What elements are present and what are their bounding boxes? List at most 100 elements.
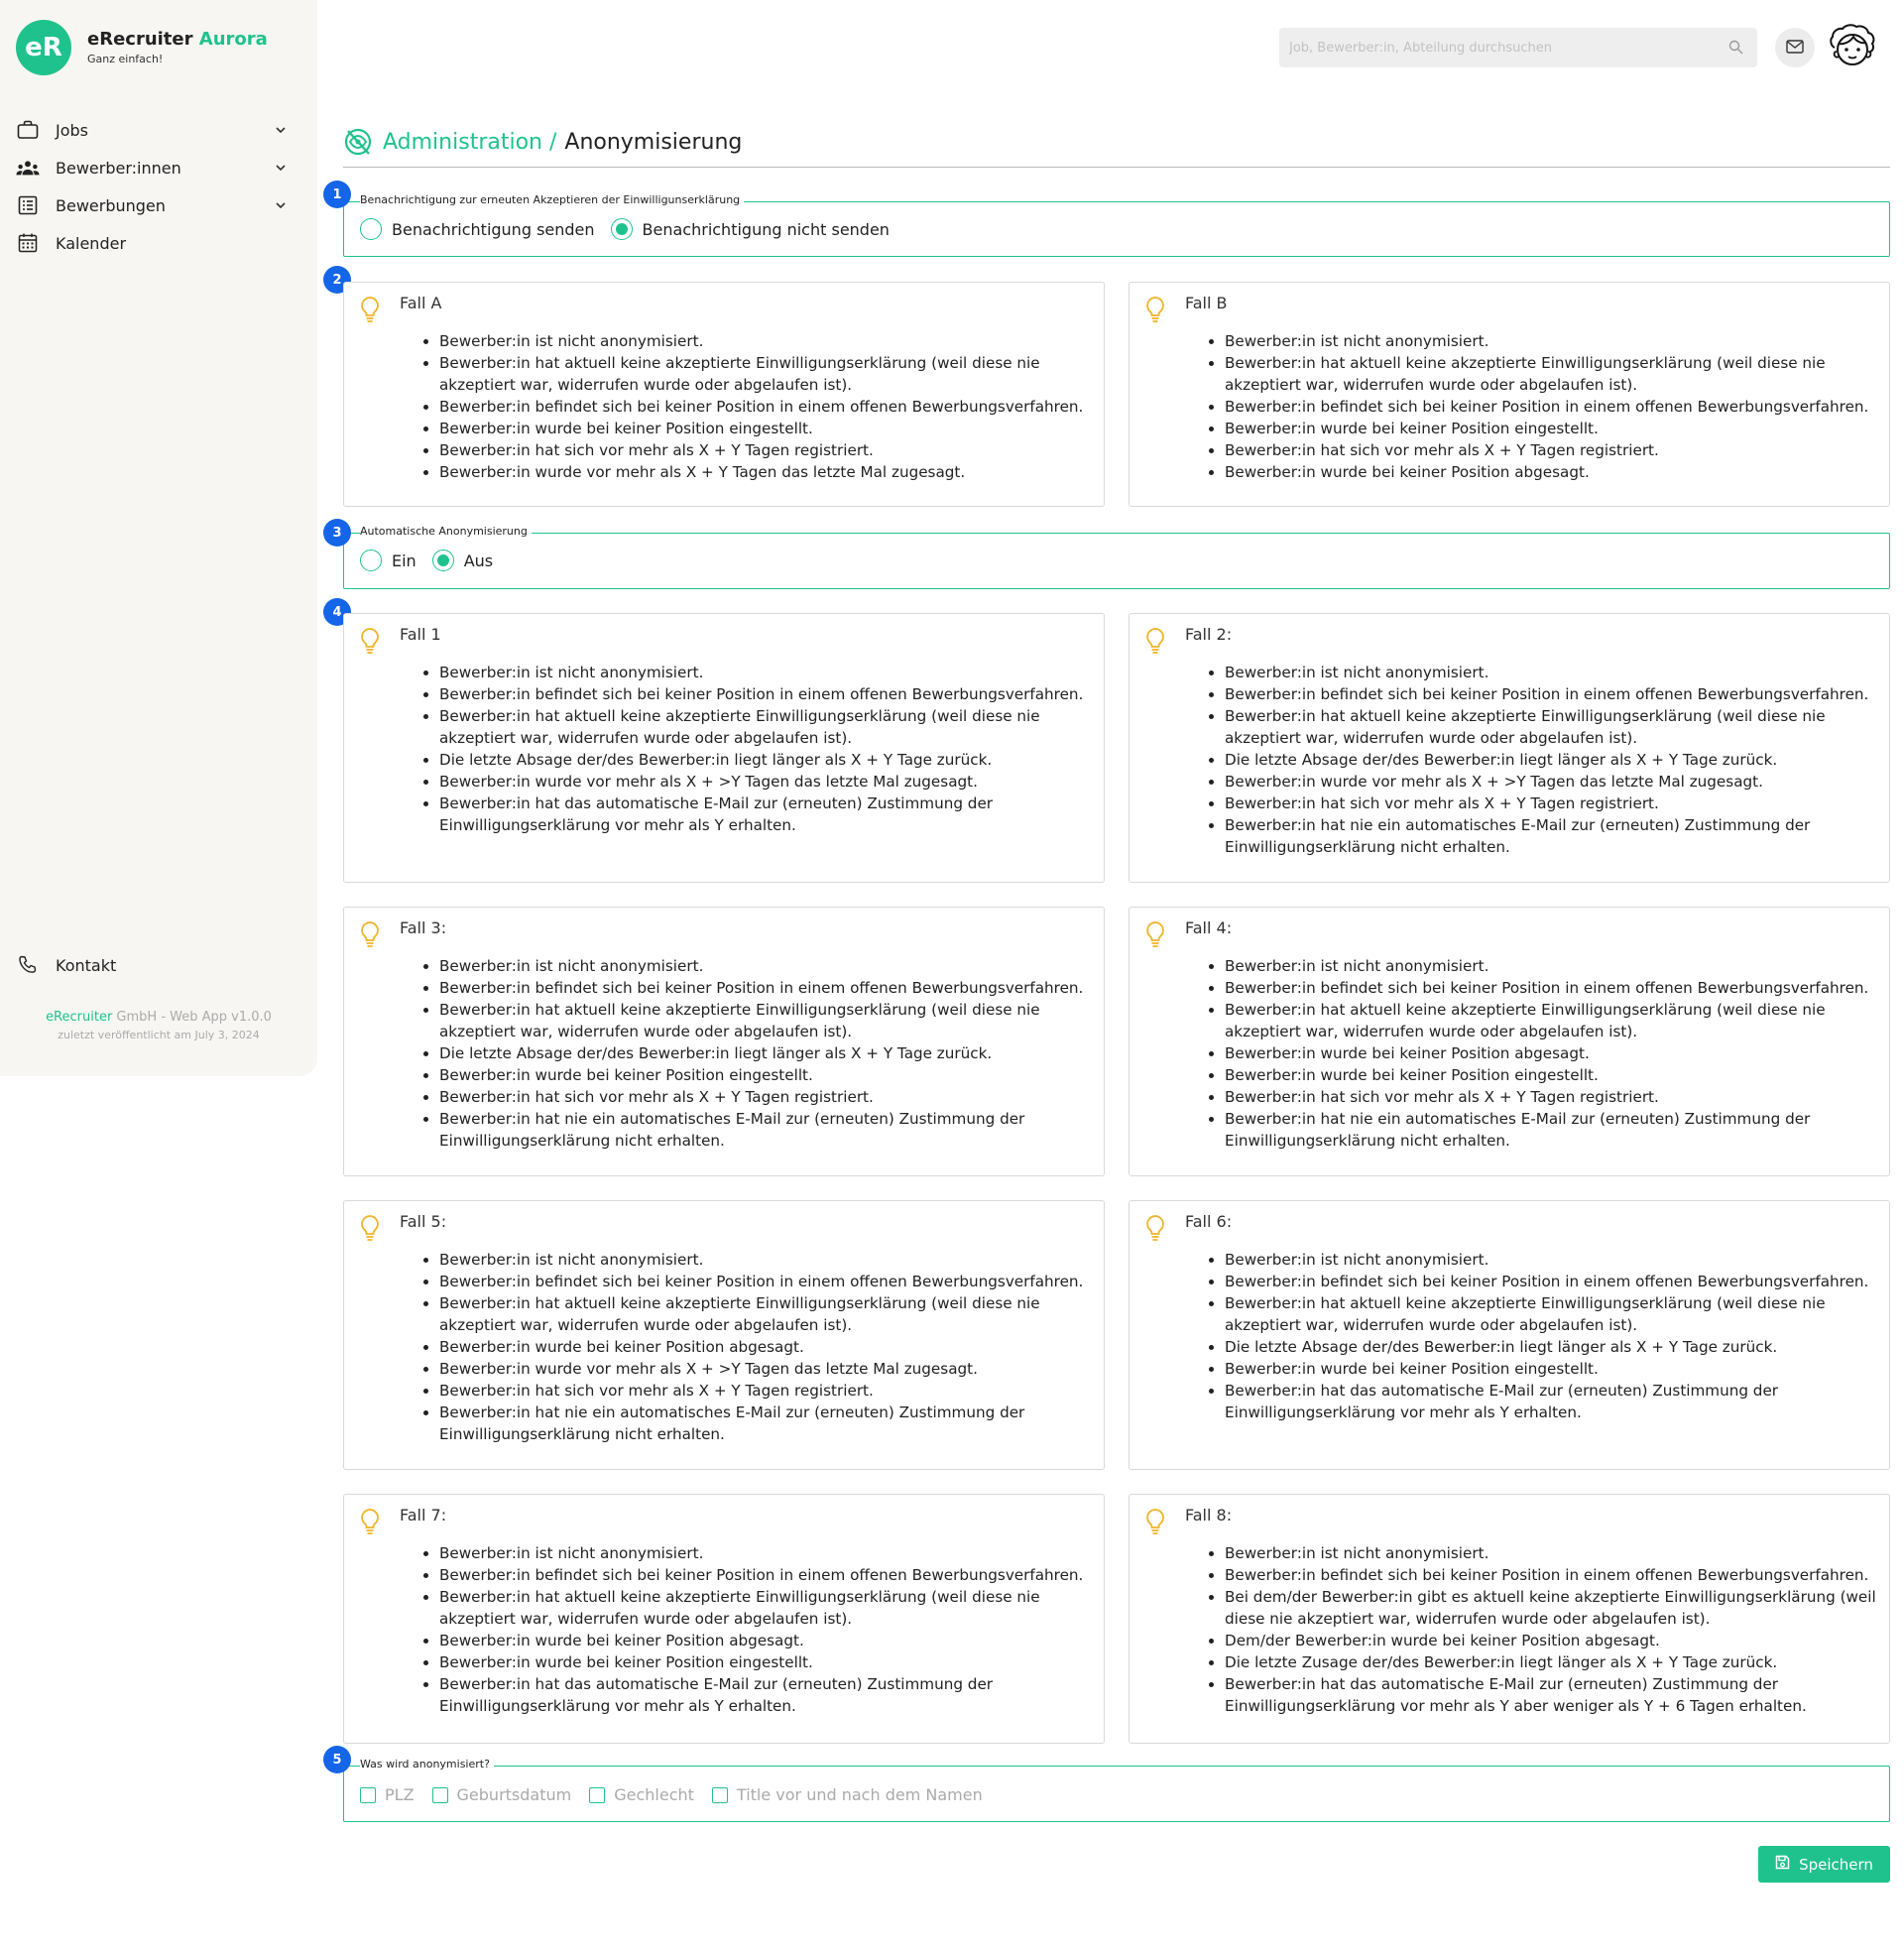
notification-send-label[interactable]: Benachrichtigung senden [392,220,595,239]
case-criterion: Bewerber:in wurde bei keiner Position ei… [1225,1358,1879,1380]
notification-radio-group: Benachrichtigung senden Benachrichtigung… [360,218,905,240]
case-title: Fall A [400,294,442,312]
eye-off-icon [343,127,373,157]
lightbulb-icon [358,1213,382,1243]
lightbulb-icon [358,295,382,324]
radio-selected-dot [436,554,449,566]
case-criterion: Bewerber:in ist nicht anonymisiert. [1225,1542,1879,1564]
case-criterion: Die letzte Absage der/des Bewerber:in li… [1225,749,1879,771]
case-criterion: Bewerber:in wurde vor mehr als X + Y Tag… [439,461,1094,483]
case-criterion: Bewerber:in wurde bei keiner Position ei… [1225,1064,1879,1086]
title-checkbox[interactable] [711,1786,728,1803]
sidebar-item-jobs[interactable]: Jobs [16,115,294,145]
case-title: Fall 8: [1185,1506,1233,1525]
case-criterion: Bewerber:in hat sich vor mehr als X + Y … [1225,439,1879,461]
sidebar-item-contact[interactable]: Kontakt [16,950,294,980]
gender-label[interactable]: Gechlecht [614,1785,694,1804]
case-criterion: Bewerber:in befindet sich bei keiner Pos… [439,1564,1094,1586]
notification-send-radio[interactable] [360,218,382,240]
step-badge: 5 [323,1746,351,1773]
case-criterion: Bewerber:in hat nie ein automatisches E-… [1225,814,1879,858]
sidebar-item-calendar[interactable]: Kalender [16,228,294,258]
mail-button[interactable] [1775,28,1815,67]
auto-off-label[interactable]: Aus [464,551,493,570]
phone-icon [16,953,40,977]
case-criterion: Bewerber:in hat nie ein automatisches E-… [439,1402,1094,1445]
lightbulb-icon [1143,626,1167,656]
case-criterion: Bewerber:in wurde bei keiner Position ei… [1225,418,1879,439]
avatar[interactable] [1827,22,1878,73]
footer-brand[interactable]: eRecruiter [46,1010,112,1025]
brand-name-accent: Aurora [198,29,268,50]
birthdate-checkbox[interactable] [431,1786,448,1803]
divider [343,167,1890,168]
case-criteria-list: Bewerber:in ist nicht anonymisiert. Bewer… [1225,1542,1879,1717]
breadcrumb-parent[interactable]: Administration / [383,130,556,155]
logo[interactable]: eR [16,20,71,75]
case-criterion: Bewerber:in wurde vor mehr als X + >Y Ta… [439,771,1094,793]
sidebar-item-label: Kalender [56,233,127,253]
plz-label[interactable]: PLZ [385,1785,415,1804]
case-criterion: Bewerber:in ist nicht anonymisiert. [439,330,1094,352]
briefcase-icon [16,118,40,142]
plz-checkbox[interactable] [360,1786,376,1803]
case-criterion: Bewerber:in wurde vor mehr als X + >Y Ta… [1225,771,1879,793]
case-criterion: Bewerber:in wurde bei keiner Position ei… [439,1651,1094,1673]
notification-nosend-label[interactable]: Benachrichtigung nicht senden [643,220,890,239]
auto-on-label[interactable]: Ein [392,551,416,570]
chevron-down-icon[interactable] [274,197,288,216]
case-criterion: Bewerber:in befindet sich bei keiner Pos… [1225,977,1879,999]
sidebar-item-applications[interactable]: Bewerbungen [16,190,294,220]
case-criterion: Bewerber:in wurde bei keiner Position ei… [439,1064,1094,1086]
sidebar-item-applicants[interactable]: Bewerber:innen [16,153,294,183]
save-button[interactable]: Speichern [1758,1846,1890,1883]
case-criteria-list: Bewerber:in ist nicht anonymisiert. Bewer… [1225,330,1879,483]
lightbulb-icon [1143,295,1167,324]
case-criterion: Bewerber:in hat nie ein automatisches E-… [439,1108,1094,1152]
footer-version: GmbH - Web App v1.0.0 [112,1010,272,1025]
notification-nosend-radio[interactable] [610,218,633,240]
gender-checkbox[interactable] [589,1786,606,1803]
contact-label: Kontakt [56,955,117,975]
case-criterion: Bewerber:in befindet sich bei keiner Pos… [1225,683,1879,705]
case-criterion: Bewerber:in befindet sich bei keiner Pos… [439,977,1094,999]
case-criterion: Bewerber:in hat das automatische E-Mail … [1225,1673,1879,1717]
case-criterion: Bewerber:in wurde bei keiner Position ab… [1225,461,1879,483]
case-criterion: Bewerber:in ist nicht anonymisiert. [439,1249,1094,1271]
release-date: zuletzt veröffentlicht am July 3, 2024 [58,1029,260,1041]
case-card: Fall 7: Bewerber:in ist nicht anonymisier… [343,1494,1105,1744]
case-card: Fall A Bewerber:in ist nicht anonymisiert… [343,282,1105,507]
case-card: Fall 6: Bewerber:in ist nicht anonymisier… [1129,1200,1890,1470]
case-criterion: Bewerber:in hat sich vor mehr als X + Y … [439,439,1094,461]
search-icon[interactable] [1728,40,1743,59]
chevron-down-icon[interactable] [274,122,288,141]
case-card: Fall 1 Bewerber:in ist nicht anonymisiert… [343,613,1105,883]
people-icon [16,156,40,180]
auto-on-radio[interactable] [360,549,382,571]
case-criteria-list: Bewerber:in ist nicht anonymisiert.Bewer… [439,662,1094,836]
brand-tagline: Ganz einfach! [87,53,164,65]
case-criterion: Bewerber:in ist nicht anonymisiert. [1225,330,1879,352]
case-criterion: Bewerber:in wurde bei keiner Position ab… [439,1336,1094,1358]
save-label: Speichern [1799,1855,1873,1874]
chevron-down-icon[interactable] [274,160,288,179]
step-badge: 1 [323,181,351,208]
brand-name: eRecruiter Aurora [87,29,268,50]
sidebar: eR eRecruiter Aurora Ganz einfach! Jobs … [0,0,317,1076]
search-box [1279,28,1757,67]
title-label[interactable]: Title vor und nach dem Namen [737,1785,983,1804]
case-criterion: Bewerber:in hat aktuell keine akzeptiert… [439,999,1094,1042]
notification-legend: Benachrichtigung zur erneuten Akzeptiere… [360,193,745,206]
auto-off-radio[interactable] [431,549,454,571]
case-card: Fall 4: Bewerber:in ist nicht anonymisier… [1129,907,1890,1176]
case-criterion: Bewerber:in hat aktuell keine akzeptiert… [439,705,1094,749]
birthdate-label[interactable]: Geburtsdatum [457,1785,572,1804]
list-icon [16,193,40,217]
case-criterion: Bewerber:in ist nicht anonymisiert. [1225,1249,1879,1271]
search-input[interactable] [1289,40,1716,56]
mail-icon [1786,39,1804,58]
anonymize-fields-legend: Was wird anonymisiert? [360,1758,494,1770]
lightbulb-icon [1143,1507,1167,1536]
case-criterion: Bewerber:in hat aktuell keine akzeptiert… [439,1292,1094,1336]
case-criteria-list: Bewerber:in ist nicht anonymisiert. Bewer… [1225,1249,1879,1423]
